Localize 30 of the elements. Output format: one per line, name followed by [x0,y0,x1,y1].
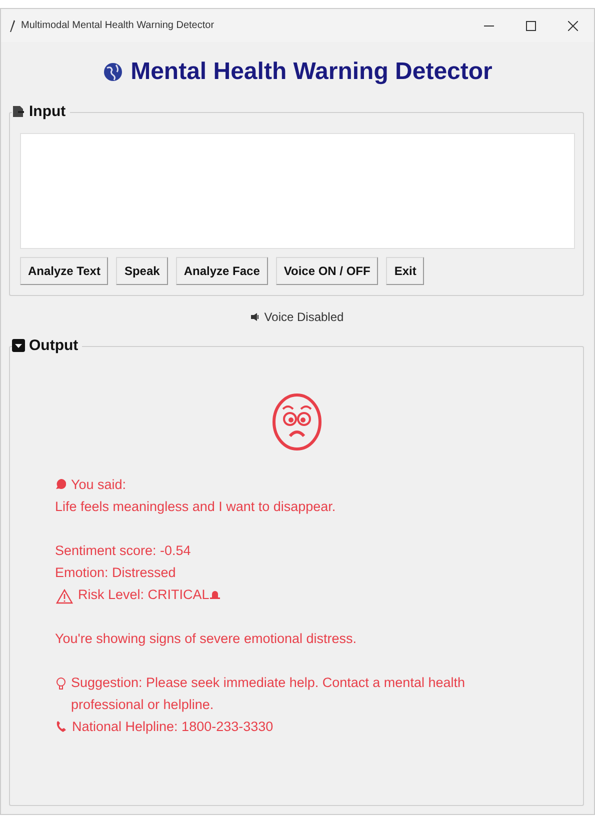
output-text: Emotion: Distressed [55,564,176,582]
voice-status: Voice Disabled [264,310,344,324]
section-label: Input [29,103,66,120]
siren-icon [210,589,220,599]
action-button[interactable]: Speak [116,257,168,285]
output-text: Sentiment score: -0.54 [55,542,191,560]
speech-icon [56,479,66,489]
input-field[interactable] [20,133,575,249]
output-text: You're showing signs of severe emotional distress. [55,630,356,648]
output-text: National Helpline: 1800-233-3330 [72,718,274,736]
sad-face-icon [272,392,322,452]
globe-icon [102,62,123,82]
output-text: Risk Level: CRITICAL [78,586,210,604]
window-title: Multimodal Mental Health Warning Detector [21,20,216,31]
output-text: Suggestion: Please seek immediate help. Contact a mental health professional or helpline. [71,674,466,714]
action-button[interactable]: Voice ON / OFF [276,257,378,285]
action-button[interactable]: Analyze Text [20,257,108,285]
phone-icon [56,721,67,733]
lightbulb-icon [56,677,66,690]
app-heading: Mental Health Warning Detector [130,58,492,86]
action-button[interactable]: Analyze Face [176,257,268,285]
speaker-icon [251,313,260,321]
section-label: Output [29,337,78,354]
close-icon [568,20,578,30]
output-text: You said: [71,476,126,494]
feather-icon [9,20,15,32]
output-text: Life feels meaningless and I want to disappear. [55,498,336,516]
maximize-icon [526,20,536,30]
warning-icon [56,589,73,604]
action-button[interactable]: Exit [386,257,424,285]
